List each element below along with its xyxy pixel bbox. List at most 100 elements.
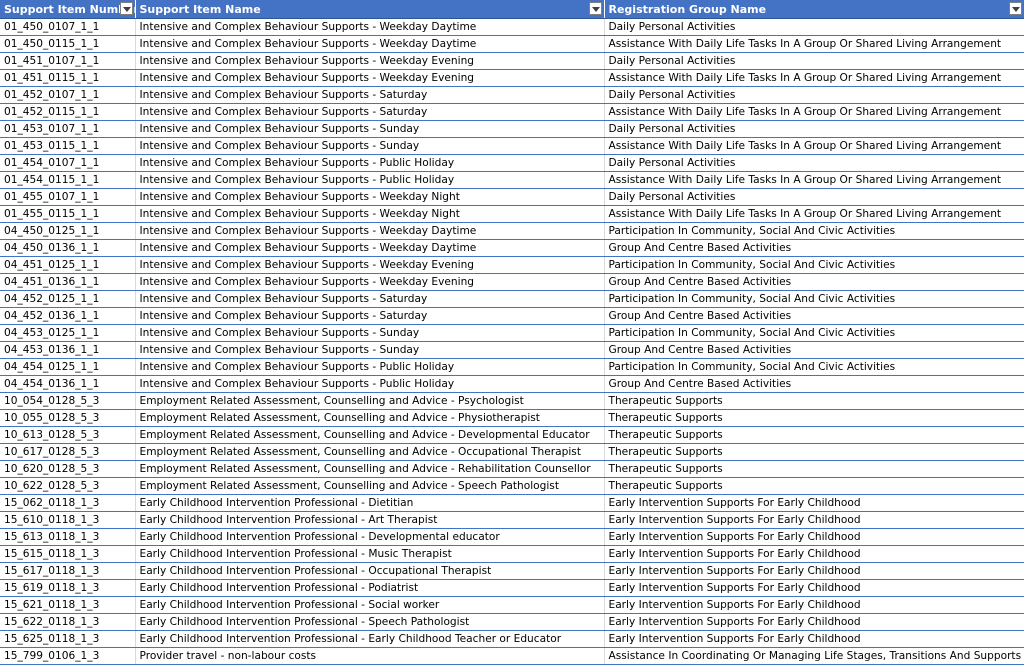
cell-support-item-name[interactable]: Early Childhood Intervention Professiona… — [135, 545, 605, 563]
cell-support-item-name[interactable]: Employment Related Assessment, Counselli… — [135, 409, 605, 427]
column-header-support-item-name[interactable]: Support Item Name — [135, 0, 605, 19]
table-row[interactable]: 04_454_0136_1_1 Intensive and Complex Beh… — [0, 375, 1024, 393]
table-row[interactable]: 01_454_0115_1_1 Intensive and Complex Beh… — [0, 171, 1024, 189]
cell-registration-group-name[interactable]: Early Intervention Supports For Early Ch… — [604, 528, 1024, 546]
table-row[interactable]: 15_615_0118_1_3 Early Childhood Intervent… — [0, 545, 1024, 563]
cell-support-item-number[interactable]: 15_613_0118_1_3 — [0, 528, 136, 546]
cell-support-item-name[interactable]: Intensive and Complex Behaviour Supports… — [135, 205, 605, 223]
table-row[interactable]: 01_454_0107_1_1 Intensive and Complex Beh… — [0, 154, 1024, 172]
cell-support-item-number[interactable]: 04_452_0125_1_1 — [0, 290, 136, 308]
cell-support-item-number[interactable]: 15_617_0118_1_3 — [0, 562, 136, 580]
table-row[interactable]: 10_054_0128_5_3 Employment Related Assess… — [0, 392, 1024, 410]
cell-support-item-name[interactable]: Early Childhood Intervention Professiona… — [135, 596, 605, 614]
cell-support-item-name[interactable]: Intensive and Complex Behaviour Supports… — [135, 341, 605, 359]
table-row[interactable]: 15_622_0118_1_3 Early Childhood Intervent… — [0, 613, 1024, 631]
table-row[interactable]: 04_452_0136_1_1 Intensive and Complex Beh… — [0, 307, 1024, 325]
table-row[interactable]: 15_625_0118_1_3 Early Childhood Intervent… — [0, 630, 1024, 648]
cell-support-item-name[interactable]: Early Childhood Intervention Professiona… — [135, 528, 605, 546]
cell-registration-group-name[interactable]: Participation In Community, Social And C… — [604, 222, 1024, 240]
cell-support-item-name[interactable]: Intensive and Complex Behaviour Supports… — [135, 154, 605, 172]
cell-registration-group-name[interactable]: Group And Centre Based Activities — [604, 341, 1024, 359]
cell-registration-group-name[interactable]: Assistance With Daily Life Tasks In A Gr… — [604, 69, 1024, 87]
cell-support-item-number[interactable]: 15_621_0118_1_3 — [0, 596, 136, 614]
table-row[interactable]: 04_450_0136_1_1 Intensive and Complex Beh… — [0, 239, 1024, 257]
cell-registration-group-name[interactable]: Assistance With Daily Life Tasks In A Gr… — [604, 103, 1024, 121]
cell-support-item-name[interactable]: Intensive and Complex Behaviour Supports… — [135, 256, 605, 274]
cell-registration-group-name[interactable]: Assistance With Daily Life Tasks In A Gr… — [604, 171, 1024, 189]
table-row[interactable]: 15_621_0118_1_3 Early Childhood Intervent… — [0, 596, 1024, 614]
cell-support-item-number[interactable]: 04_454_0136_1_1 — [0, 375, 136, 393]
cell-support-item-number[interactable]: 15_615_0118_1_3 — [0, 545, 136, 563]
cell-registration-group-name[interactable]: Therapeutic Supports — [604, 477, 1024, 495]
cell-support-item-number[interactable]: 10_055_0128_5_3 — [0, 409, 136, 427]
table-row[interactable]: 04_451_0125_1_1 Intensive and Complex Beh… — [0, 256, 1024, 274]
cell-support-item-number[interactable]: 01_452_0115_1_1 — [0, 103, 136, 121]
table-row[interactable]: 01_451_0107_1_1 Intensive and Complex Beh… — [0, 52, 1024, 70]
cell-support-item-name[interactable]: Early Childhood Intervention Professiona… — [135, 494, 605, 512]
table-row[interactable]: 15_613_0118_1_3 Early Childhood Intervent… — [0, 528, 1024, 546]
cell-support-item-number[interactable]: 04_453_0136_1_1 — [0, 341, 136, 359]
table-row[interactable]: 04_453_0125_1_1 Intensive and Complex Beh… — [0, 324, 1024, 342]
cell-support-item-name[interactable]: Intensive and Complex Behaviour Supports… — [135, 35, 605, 53]
filter-dropdown-icon[interactable] — [119, 2, 133, 15]
table-row[interactable]: 10_055_0128_5_3 Employment Related Assess… — [0, 409, 1024, 427]
table-row[interactable]: 04_452_0125_1_1 Intensive and Complex Beh… — [0, 290, 1024, 308]
cell-registration-group-name[interactable]: Therapeutic Supports — [604, 426, 1024, 444]
table-row[interactable]: 10_613_0128_5_3 Employment Related Assess… — [0, 426, 1024, 444]
table-row[interactable]: 15_062_0118_1_3 Early Childhood Intervent… — [0, 494, 1024, 512]
cell-registration-group-name[interactable]: Therapeutic Supports — [604, 409, 1024, 427]
cell-support-item-number[interactable]: 01_450_0115_1_1 — [0, 35, 136, 53]
cell-support-item-number[interactable]: 04_451_0136_1_1 — [0, 273, 136, 291]
cell-support-item-name[interactable]: Intensive and Complex Behaviour Supports… — [135, 69, 605, 87]
cell-support-item-name[interactable]: Early Childhood Intervention Professiona… — [135, 579, 605, 597]
cell-support-item-name[interactable]: Intensive and Complex Behaviour Supports… — [135, 188, 605, 206]
table-row[interactable]: 01_452_0115_1_1 Intensive and Complex Beh… — [0, 103, 1024, 121]
cell-registration-group-name[interactable]: Group And Centre Based Activities — [604, 273, 1024, 291]
cell-support-item-name[interactable]: Intensive and Complex Behaviour Supports… — [135, 171, 605, 189]
filter-dropdown-icon[interactable] — [588, 2, 602, 15]
table-row[interactable]: 01_455_0107_1_1 Intensive and Complex Beh… — [0, 188, 1024, 206]
cell-support-item-number[interactable]: 04_452_0136_1_1 — [0, 307, 136, 325]
cell-support-item-name[interactable]: Intensive and Complex Behaviour Supports… — [135, 375, 605, 393]
cell-registration-group-name[interactable]: Early Intervention Supports For Early Ch… — [604, 545, 1024, 563]
cell-support-item-name[interactable]: Intensive and Complex Behaviour Supports… — [135, 307, 605, 325]
table-row[interactable]: 04_451_0136_1_1 Intensive and Complex Beh… — [0, 273, 1024, 291]
cell-support-item-name[interactable]: Intensive and Complex Behaviour Supports… — [135, 103, 605, 121]
table-row[interactable]: 15_610_0118_1_3 Early Childhood Intervent… — [0, 511, 1024, 529]
cell-support-item-number[interactable]: 01_455_0115_1_1 — [0, 205, 136, 223]
cell-support-item-name[interactable]: Employment Related Assessment, Counselli… — [135, 460, 605, 478]
cell-registration-group-name[interactable]: Daily Personal Activities — [604, 154, 1024, 172]
cell-registration-group-name[interactable]: Participation In Community, Social And C… — [604, 256, 1024, 274]
cell-registration-group-name[interactable]: Therapeutic Supports — [604, 443, 1024, 461]
cell-support-item-name[interactable]: Early Childhood Intervention Professiona… — [135, 562, 605, 580]
cell-support-item-name[interactable]: Intensive and Complex Behaviour Supports… — [135, 137, 605, 155]
cell-support-item-number[interactable]: 04_450_0125_1_1 — [0, 222, 136, 240]
cell-support-item-number[interactable]: 10_054_0128_5_3 — [0, 392, 136, 410]
cell-registration-group-name[interactable]: Group And Centre Based Activities — [604, 307, 1024, 325]
table-row[interactable]: 04_453_0136_1_1 Intensive and Complex Beh… — [0, 341, 1024, 359]
cell-support-item-name[interactable]: Employment Related Assessment, Counselli… — [135, 426, 605, 444]
cell-support-item-number[interactable]: 15_610_0118_1_3 — [0, 511, 136, 529]
cell-support-item-name[interactable]: Early Childhood Intervention Professiona… — [135, 511, 605, 529]
table-row[interactable]: 01_450_0115_1_1 Intensive and Complex Beh… — [0, 35, 1024, 53]
cell-support-item-number[interactable]: 01_450_0107_1_1 — [0, 18, 136, 36]
cell-support-item-number[interactable]: 04_451_0125_1_1 — [0, 256, 136, 274]
cell-support-item-number[interactable]: 01_454_0115_1_1 — [0, 171, 136, 189]
cell-registration-group-name[interactable]: Therapeutic Supports — [604, 392, 1024, 410]
cell-support-item-name[interactable]: Employment Related Assessment, Counselli… — [135, 477, 605, 495]
cell-registration-group-name[interactable]: Early Intervention Supports For Early Ch… — [604, 494, 1024, 512]
table-row[interactable]: 01_453_0107_1_1 Intensive and Complex Beh… — [0, 120, 1024, 138]
cell-support-item-number[interactable]: 10_622_0128_5_3 — [0, 477, 136, 495]
cell-registration-group-name[interactable]: Early Intervention Supports For Early Ch… — [604, 596, 1024, 614]
filter-dropdown-icon[interactable] — [1008, 2, 1022, 15]
cell-registration-group-name[interactable]: Group And Centre Based Activities — [604, 239, 1024, 257]
cell-support-item-name[interactable]: Employment Related Assessment, Counselli… — [135, 392, 605, 410]
cell-support-item-number[interactable]: 01_455_0107_1_1 — [0, 188, 136, 206]
cell-registration-group-name[interactable]: Therapeutic Supports — [604, 460, 1024, 478]
cell-support-item-number[interactable]: 04_450_0136_1_1 — [0, 239, 136, 257]
cell-registration-group-name[interactable]: Early Intervention Supports For Early Ch… — [604, 613, 1024, 631]
table-row[interactable]: 15_619_0118_1_3 Early Childhood Intervent… — [0, 579, 1024, 597]
cell-registration-group-name[interactable]: Assistance With Daily Life Tasks In A Gr… — [604, 35, 1024, 53]
cell-support-item-number[interactable]: 10_617_0128_5_3 — [0, 443, 136, 461]
cell-support-item-name[interactable]: Intensive and Complex Behaviour Supports… — [135, 222, 605, 240]
